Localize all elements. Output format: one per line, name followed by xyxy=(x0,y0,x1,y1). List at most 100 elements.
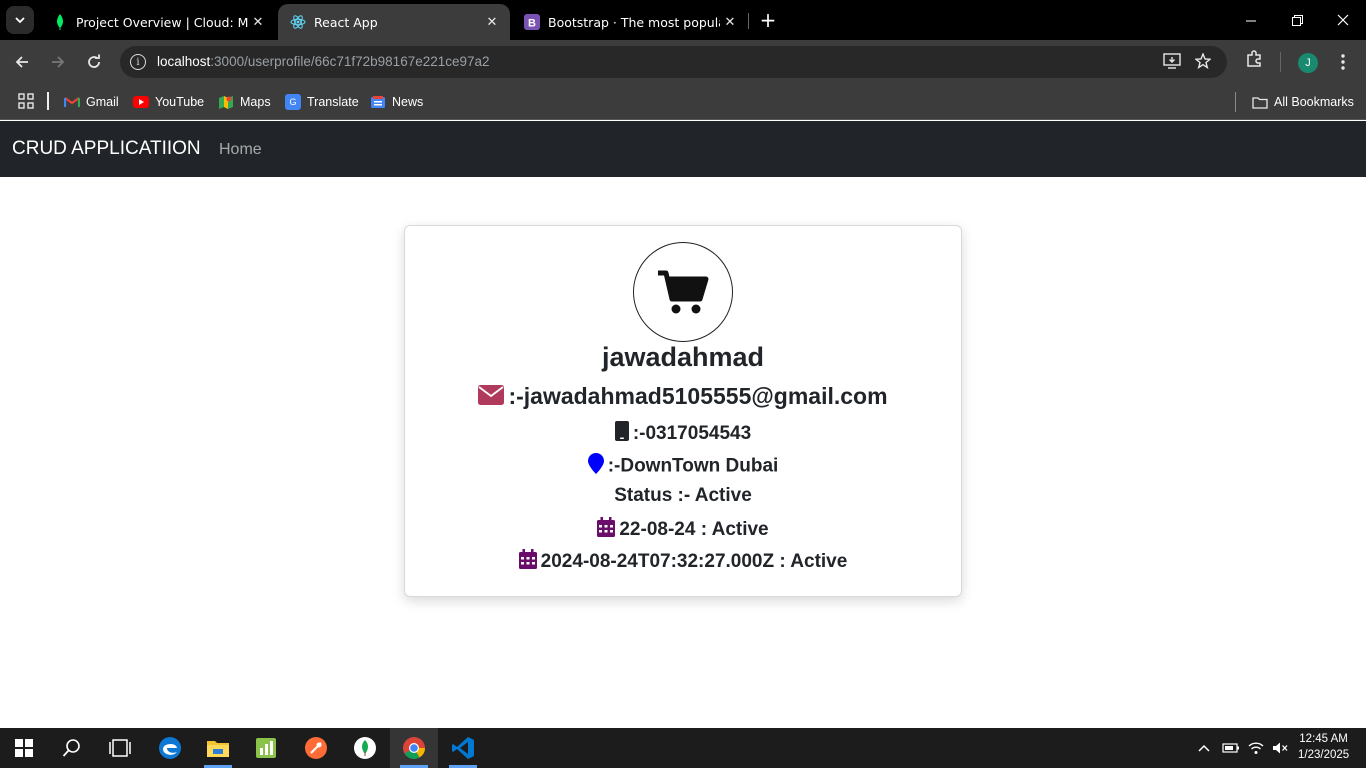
taskbar-edge[interactable] xyxy=(146,728,194,768)
show-hidden-icons-button[interactable] xyxy=(1198,728,1210,768)
location-pin-icon xyxy=(587,453,604,480)
gmail-icon xyxy=(64,94,80,110)
bookmarks-divider xyxy=(1235,92,1236,112)
taskbar-postman[interactable] xyxy=(292,728,340,768)
taskbar-clock[interactable]: 12:45 AM 1/23/2025 xyxy=(1298,731,1349,763)
profile-email: :-jawadahmad5105555@gmail.com xyxy=(508,383,888,409)
all-bookmarks-button[interactable]: All Bookmarks xyxy=(1252,92,1354,112)
restore-button[interactable] xyxy=(1274,0,1320,40)
mobile-phone-icon xyxy=(614,421,629,447)
minimize-icon xyxy=(1245,20,1256,21)
news-icon xyxy=(370,94,386,110)
tab-title: Bootstrap · The most popular H xyxy=(548,14,720,30)
profile-status: Status :- Active xyxy=(614,485,752,506)
postman-icon xyxy=(305,737,327,759)
nav-link-home[interactable]: Home xyxy=(219,141,262,159)
close-window-button[interactable] xyxy=(1320,0,1366,40)
tab-divider xyxy=(748,13,749,29)
calendar-icon xyxy=(518,549,537,575)
tab-bootstrap[interactable]: B Bootstrap · The most popular H ✕ xyxy=(512,4,748,40)
windows-taskbar: 12:45 AM 1/23/2025 xyxy=(0,728,1366,768)
taskbar-app[interactable] xyxy=(242,728,290,768)
chrome-icon xyxy=(403,737,425,759)
profile-datetime-row: 2024-08-24T07:32:27.000Z : Active xyxy=(405,549,961,575)
windows-icon xyxy=(15,739,33,757)
tab-react-app[interactable]: React App ✕ xyxy=(278,4,510,40)
bookmark-youtube[interactable]: YouTube xyxy=(133,92,204,112)
edge-icon xyxy=(159,737,181,759)
chevron-down-icon xyxy=(15,17,25,24)
translate-icon: G xyxy=(285,94,301,110)
tab-mongodb[interactable]: Project Overview | Cloud: Mong ✕ xyxy=(40,4,276,40)
battery-icon[interactable] xyxy=(1222,728,1240,768)
bookmark-label: Gmail xyxy=(86,95,119,109)
calendar-icon xyxy=(597,517,616,543)
profile-email-row: :-jawadahmad5105555@gmail.com xyxy=(405,383,961,411)
address-bar[interactable]: i localhost:3000/userprofile/66c71f72b98… xyxy=(120,46,1227,78)
taskbar-mongodb-compass[interactable] xyxy=(341,728,389,768)
task-view-button[interactable] xyxy=(96,728,144,768)
tab-title: React App xyxy=(314,14,378,30)
reload-button[interactable] xyxy=(80,48,108,76)
bookmark-star-icon[interactable] xyxy=(1194,52,1212,73)
bookmark-translate[interactable]: G Translate xyxy=(285,92,359,112)
close-icon[interactable]: ✕ xyxy=(720,15,740,30)
task-view-icon xyxy=(109,739,131,757)
install-app-icon[interactable] xyxy=(1163,53,1181,73)
close-icon[interactable]: ✕ xyxy=(482,15,502,30)
shopping-cart-icon xyxy=(658,270,709,314)
folder-icon xyxy=(207,741,229,757)
bookmarks-divider xyxy=(47,92,49,110)
apps-grid-icon[interactable] xyxy=(18,93,34,113)
all-bookmarks-label: All Bookmarks xyxy=(1274,95,1354,109)
bookmark-label: Translate xyxy=(307,95,359,109)
forward-button[interactable] xyxy=(44,48,72,76)
tab-title: Project Overview | Cloud: Mong xyxy=(76,14,248,30)
more-menu-icon[interactable] xyxy=(1340,52,1346,76)
taskbar-search-button[interactable] xyxy=(48,728,96,768)
bookmark-label: Maps xyxy=(240,95,271,109)
profile-date-short: 22-08-24 : Active xyxy=(619,519,769,541)
close-icon xyxy=(1337,14,1349,26)
new-tab-button[interactable]: + xyxy=(756,8,780,32)
react-icon xyxy=(290,14,306,30)
tab-search-button[interactable] xyxy=(6,6,34,34)
clock-date: 1/23/2025 xyxy=(1298,749,1350,761)
browser-toolbar: i localhost:3000/userprofile/66c71f72b98… xyxy=(0,40,1366,84)
youtube-icon xyxy=(133,94,149,110)
mongodb-leaf-icon xyxy=(52,14,68,30)
profile-phone-row: :-0317054543 xyxy=(405,421,961,447)
url-text[interactable]: localhost:3000/userprofile/66c71f72b9816… xyxy=(157,54,490,69)
mongodb-leaf-icon xyxy=(354,737,376,759)
taskbar-vscode[interactable] xyxy=(439,728,487,768)
app-navbar: CRUD APPLICATIION Home xyxy=(0,121,1366,177)
navbar-brand[interactable]: CRUD APPLICATIION xyxy=(12,138,201,160)
profile-phone: :-0317054543 xyxy=(632,423,752,445)
start-button[interactable] xyxy=(0,728,48,768)
taskbar-file-explorer[interactable] xyxy=(194,728,242,768)
bookmark-label: YouTube xyxy=(155,95,205,109)
bookmark-gmail[interactable]: Gmail xyxy=(64,92,119,112)
svg-text:B: B xyxy=(528,18,536,30)
folder-icon xyxy=(1252,94,1268,110)
site-info-icon[interactable]: i xyxy=(130,54,146,70)
volume-icon[interactable] xyxy=(1272,728,1288,768)
wifi-icon[interactable] xyxy=(1248,728,1264,768)
profile-address-row: :-DownTown Dubai xyxy=(405,453,961,480)
search-icon xyxy=(62,739,80,757)
bookmarks-bar: Gmail YouTube Maps G Translate News All … xyxy=(0,84,1366,120)
back-button[interactable] xyxy=(8,48,36,76)
extensions-icon[interactable] xyxy=(1245,50,1263,72)
reload-icon xyxy=(88,54,100,68)
bootstrap-icon: B xyxy=(524,14,540,30)
close-icon[interactable]: ✕ xyxy=(248,15,268,30)
bookmark-maps[interactable]: Maps xyxy=(218,92,271,112)
user-profile-card: jawadahmad :-jawadahmad5105555@gmail.com… xyxy=(404,225,962,597)
profile-avatar[interactable]: J xyxy=(1298,53,1318,73)
restore-icon xyxy=(1291,14,1303,26)
taskbar-chrome[interactable] xyxy=(390,728,438,768)
bookmark-news[interactable]: News xyxy=(370,92,423,112)
profile-username: jawadahmad xyxy=(601,342,765,372)
avatar xyxy=(633,242,733,342)
minimize-button[interactable] xyxy=(1228,0,1274,40)
